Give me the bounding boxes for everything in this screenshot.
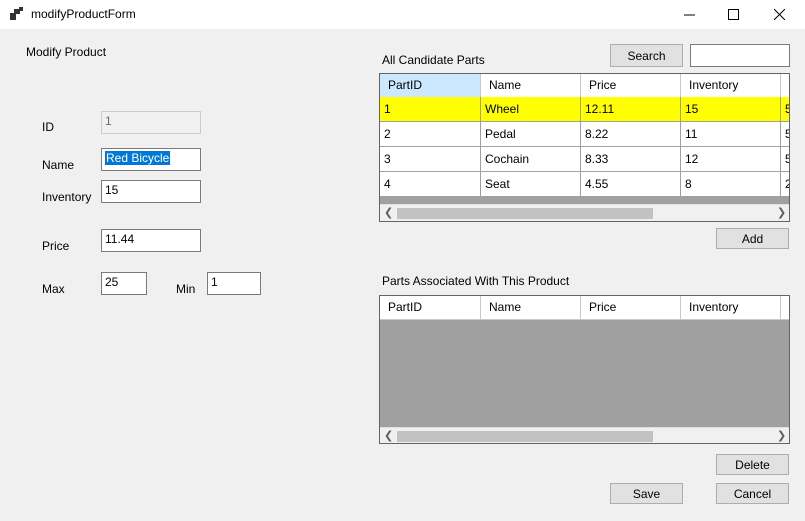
table-row[interactable]: 3 Cochain 8.33 12 5 <box>380 147 789 172</box>
cell-price: 8.33 <box>581 147 681 172</box>
column-header-price[interactable]: Price <box>581 74 681 97</box>
column-header-name[interactable]: Name <box>481 74 581 97</box>
name-label: Name <box>42 158 75 172</box>
cell-partid: 3 <box>380 147 481 172</box>
close-icon <box>773 9 785 20</box>
id-field: 1 <box>101 111 201 134</box>
id-label: ID <box>42 120 54 134</box>
associated-horizontal-scrollbar[interactable]: ❮ ❯ <box>380 427 789 443</box>
delete-button[interactable]: Delete <box>716 454 789 475</box>
close-button[interactable] <box>756 0 802 29</box>
column-header-partid[interactable]: PartID <box>380 74 481 97</box>
column-header-inventory[interactable]: Inventory <box>681 296 781 319</box>
cell-inventory: 8 <box>681 172 781 197</box>
cell-price: 4.55 <box>581 172 681 197</box>
name-field-value: Red Bicycle <box>105 151 171 165</box>
maximize-icon <box>727 9 739 20</box>
candidate-parts-label: All Candidate Parts <box>382 53 485 67</box>
candidate-parts-grid[interactable]: PartID Name Price Inventory 1 Wheel 12.1… <box>379 73 790 222</box>
inventory-field[interactable]: 15 <box>101 180 201 203</box>
cell-inventory: 11 <box>681 122 781 147</box>
cell-name: Cochain <box>481 147 581 172</box>
maximize-button[interactable] <box>710 0 756 29</box>
cell-name: Wheel <box>481 97 581 122</box>
column-header-partid[interactable]: PartID <box>380 296 481 319</box>
search-button[interactable]: Search <box>610 44 683 67</box>
scroll-right-icon[interactable]: ❯ <box>777 206 786 219</box>
candidate-grid-header: PartID Name Price Inventory <box>380 74 789 98</box>
scrollbar-thumb[interactable] <box>397 431 653 442</box>
cell-partid: 1 <box>380 97 481 122</box>
scroll-left-icon[interactable]: ❮ <box>384 206 393 219</box>
associated-parts-label: Parts Associated With This Product <box>382 274 570 288</box>
table-row[interactable]: 2 Pedal 8.22 11 5 <box>380 122 789 147</box>
add-button[interactable]: Add <box>716 228 789 249</box>
minimize-icon <box>683 14 695 16</box>
cell-overflow: 5 <box>781 97 789 122</box>
save-button[interactable]: Save <box>610 483 683 504</box>
scroll-left-icon[interactable]: ❮ <box>384 429 393 442</box>
column-header-inventory[interactable]: Inventory <box>681 74 781 97</box>
cancel-button[interactable]: Cancel <box>716 483 789 504</box>
min-label: Min <box>176 282 196 296</box>
cell-name: Seat <box>481 172 581 197</box>
search-input[interactable] <box>690 44 790 67</box>
table-row[interactable]: 4 Seat 4.55 8 2 <box>380 172 789 197</box>
scroll-right-icon[interactable]: ❯ <box>777 429 786 442</box>
cell-overflow: 5 <box>781 122 789 147</box>
column-header-price[interactable]: Price <box>581 296 681 319</box>
price-label: Price <box>42 239 70 253</box>
name-field[interactable]: Red Bicycle <box>101 148 201 171</box>
form-heading: Modify Product <box>26 45 107 59</box>
cell-overflow: 5 <box>781 147 789 172</box>
min-field[interactable]: 1 <box>207 272 261 295</box>
cell-inventory: 12 <box>681 147 781 172</box>
column-header-name[interactable]: Name <box>481 296 581 319</box>
window-title: modifyProductForm <box>31 7 136 21</box>
minimize-button[interactable] <box>666 0 712 29</box>
candidate-horizontal-scrollbar[interactable]: ❮ ❯ <box>380 204 789 221</box>
app-icon <box>10 7 23 20</box>
cell-overflow: 2 <box>781 172 789 197</box>
cell-name: Pedal <box>481 122 581 147</box>
cell-price: 12.11 <box>581 97 681 122</box>
price-field[interactable]: 11.44 <box>101 229 201 252</box>
associated-parts-grid[interactable]: PartID Name Price Inventory ❮ ❯ <box>379 295 790 444</box>
cell-partid: 2 <box>380 122 481 147</box>
associated-grid-header: PartID Name Price Inventory <box>380 296 789 320</box>
scrollbar-thumb[interactable] <box>397 208 653 219</box>
inventory-label: Inventory <box>42 190 92 204</box>
max-label: Max <box>42 282 65 296</box>
cell-inventory: 15 <box>681 97 781 122</box>
cell-price: 8.22 <box>581 122 681 147</box>
table-row[interactable]: 1 Wheel 12.11 15 5 <box>380 97 789 122</box>
max-field[interactable]: 25 <box>101 272 147 295</box>
cell-partid: 4 <box>380 172 481 197</box>
